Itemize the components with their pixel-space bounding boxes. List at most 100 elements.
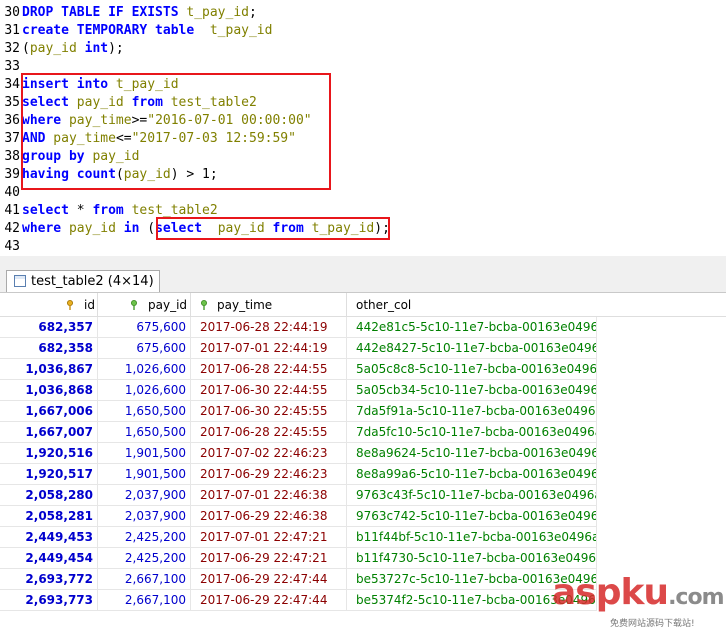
cell-pay-time[interactable]: 2017-06-28 22:45:55 [191,422,347,443]
code-line[interactable]: 40 [0,184,22,202]
index-key-icon [201,300,207,310]
cell-id[interactable]: 682,357 [0,317,98,338]
cell-pay-time[interactable]: 2017-06-28 22:44:19 [191,317,347,338]
cell-id[interactable]: 2,693,773 [0,590,98,611]
cell-pay-time[interactable]: 2017-07-01 22:46:38 [191,485,347,506]
cell-id[interactable]: 1,667,007 [0,422,98,443]
primary-key-icon [67,300,73,310]
line-number: 39 [4,167,20,182]
table-row[interactable]: 2,058,280 2,037,900 2017-07-01 22:46:38 976… [0,485,726,506]
code-line[interactable]: 31 create TEMPORARY table t_pay_id [0,22,272,40]
column-header-pay-id[interactable]: pay_id [98,293,191,317]
result-tab-strip: test_table2 (4×14) [0,256,726,293]
code-line[interactable]: 33 [0,58,22,76]
column-header-label: pay_id [148,298,188,312]
cell-pay-id[interactable]: 2,667,100 [98,590,191,611]
line-number: 37 [4,131,20,146]
cell-pay-time[interactable]: 2017-06-28 22:44:55 [191,359,347,380]
table-row[interactable]: 1,036,868 1,026,600 2017-06-30 22:44:55 5a0… [0,380,726,401]
highlight-box-subquery [156,217,390,240]
cell-other-col[interactable]: 5a05c8c8-5c10-11e7-bcba-00163e0496af [347,359,597,380]
cell-other-col[interactable]: 7da5fc10-5c10-11e7-bcba-00163e0496af [347,422,597,443]
table-row[interactable]: 2,058,281 2,037,900 2017-06-29 22:46:38 976… [0,506,726,527]
cell-other-col[interactable]: 8e8a99a6-5c10-11e7-bcba-00163e0496af [347,464,597,485]
table-icon [14,275,26,287]
tab-label: test_table2 (4×14) [31,274,154,289]
cell-other-col[interactable]: 442e8427-5c10-11e7-bcba-00163e0496af [347,338,597,359]
cell-pay-id[interactable]: 1,026,600 [98,359,191,380]
cell-pay-id[interactable]: 1,901,500 [98,443,191,464]
cell-pay-id[interactable]: 1,650,500 [98,401,191,422]
line-number: 43 [4,239,20,254]
cell-pay-id[interactable]: 2,425,200 [98,548,191,569]
cell-id[interactable]: 2,058,280 [0,485,98,506]
cell-id[interactable]: 2,449,454 [0,548,98,569]
cell-pay-time[interactable]: 2017-07-01 22:47:21 [191,527,347,548]
column-header-pay-time[interactable]: pay_time [191,293,347,317]
cell-pay-id[interactable]: 1,026,600 [98,380,191,401]
cell-pay-time[interactable]: 2017-06-29 22:47:44 [191,590,347,611]
line-number: 41 [4,203,20,218]
cell-pay-id[interactable]: 2,037,900 [98,485,191,506]
cell-pay-time[interactable]: 2017-07-02 22:46:23 [191,443,347,464]
cell-id[interactable]: 1,036,868 [0,380,98,401]
cell-other-col[interactable]: 9763c43f-5c10-11e7-bcba-00163e0496af [347,485,597,506]
table-row[interactable]: 2,449,453 2,425,200 2017-07-01 22:47:21 b11… [0,527,726,548]
cell-pay-time[interactable]: 2017-06-29 22:46:38 [191,506,347,527]
code-text: (pay_id int); [22,41,124,56]
line-number: 32 [4,41,20,56]
code-line[interactable]: 43 [0,238,22,256]
cell-pay-id[interactable]: 1,650,500 [98,422,191,443]
cell-pay-time[interactable]: 2017-06-29 22:47:21 [191,548,347,569]
cell-pay-time[interactable]: 2017-06-30 22:45:55 [191,401,347,422]
cell-pay-id[interactable]: 1,901,500 [98,464,191,485]
table-row[interactable]: 1,920,517 1,901,500 2017-06-29 22:46:23 8e8… [0,464,726,485]
column-header-other-col[interactable]: other_col [347,293,726,317]
cell-pay-time[interactable]: 2017-06-30 22:44:55 [191,380,347,401]
cell-other-col[interactable]: b11f44bf-5c10-11e7-bcba-00163e0496af [347,527,597,548]
line-number: 36 [4,113,20,128]
tab-test-table2[interactable]: test_table2 (4×14) [6,270,160,292]
column-header-id[interactable]: id [0,293,98,317]
cell-pay-id[interactable]: 675,600 [98,317,191,338]
line-number: 34 [4,77,20,92]
cell-other-col[interactable]: 8e8a9624-5c10-11e7-bcba-00163e0496af [347,443,597,464]
line-number: 33 [4,59,20,74]
cell-id[interactable]: 1,667,006 [0,401,98,422]
cell-pay-time[interactable]: 2017-06-29 22:47:44 [191,569,347,590]
cell-other-col[interactable]: 9763c742-5c10-11e7-bcba-00163e0496af [347,506,597,527]
cell-id[interactable]: 1,036,867 [0,359,98,380]
column-header-label: pay_time [217,298,273,312]
cell-pay-id[interactable]: 2,425,200 [98,527,191,548]
table-row[interactable]: 682,357 675,600 2017-06-28 22:44:19 442e81c… [0,317,726,338]
table-row[interactable]: 1,920,516 1,901,500 2017-07-02 22:46:23 8e8… [0,443,726,464]
table-row[interactable]: 2,449,454 2,425,200 2017-06-29 22:47:21 b11… [0,548,726,569]
table-row[interactable]: 682,358 675,600 2017-07-01 22:44:19 442e842… [0,338,726,359]
cell-id[interactable]: 682,358 [0,338,98,359]
code-line[interactable]: 32 (pay_id int); [0,40,124,58]
table-row[interactable]: 1,667,007 1,650,500 2017-06-28 22:45:55 7da… [0,422,726,443]
cell-id[interactable]: 2,693,772 [0,569,98,590]
line-number: 42 [4,221,20,236]
cell-pay-id[interactable]: 2,667,100 [98,569,191,590]
cell-other-col[interactable]: 5a05cb34-5c10-11e7-bcba-00163e0496af [347,380,597,401]
line-number: 30 [4,5,20,20]
cell-pay-time[interactable]: 2017-06-29 22:46:23 [191,464,347,485]
cell-id[interactable]: 1,920,516 [0,443,98,464]
cell-pay-id[interactable]: 2,037,900 [98,506,191,527]
table-row[interactable]: 1,667,006 1,650,500 2017-06-30 22:45:55 7da… [0,401,726,422]
cell-pay-id[interactable]: 675,600 [98,338,191,359]
watermark-logo: aspku.com 免费网站源码下载站! [552,572,725,629]
cell-id[interactable]: 1,920,517 [0,464,98,485]
column-header-label: other_col [356,298,412,312]
line-number: 31 [4,23,20,38]
cell-id[interactable]: 2,058,281 [0,506,98,527]
cell-id[interactable]: 2,449,453 [0,527,98,548]
cell-pay-time[interactable]: 2017-07-01 22:44:19 [191,338,347,359]
cell-other-col[interactable]: 442e81c5-5c10-11e7-bcba-00163e0496af [347,317,597,338]
table-row[interactable]: 1,036,867 1,026,600 2017-06-28 22:44:55 5a0… [0,359,726,380]
highlight-box-insert-block [21,73,331,190]
cell-other-col[interactable]: 7da5f91a-5c10-11e7-bcba-00163e0496af [347,401,597,422]
cell-other-col[interactable]: b11f4730-5c10-11e7-bcba-00163e0496af [347,548,597,569]
code-line[interactable]: 30 DROP TABLE IF EXISTS t_pay_id; [0,4,256,22]
